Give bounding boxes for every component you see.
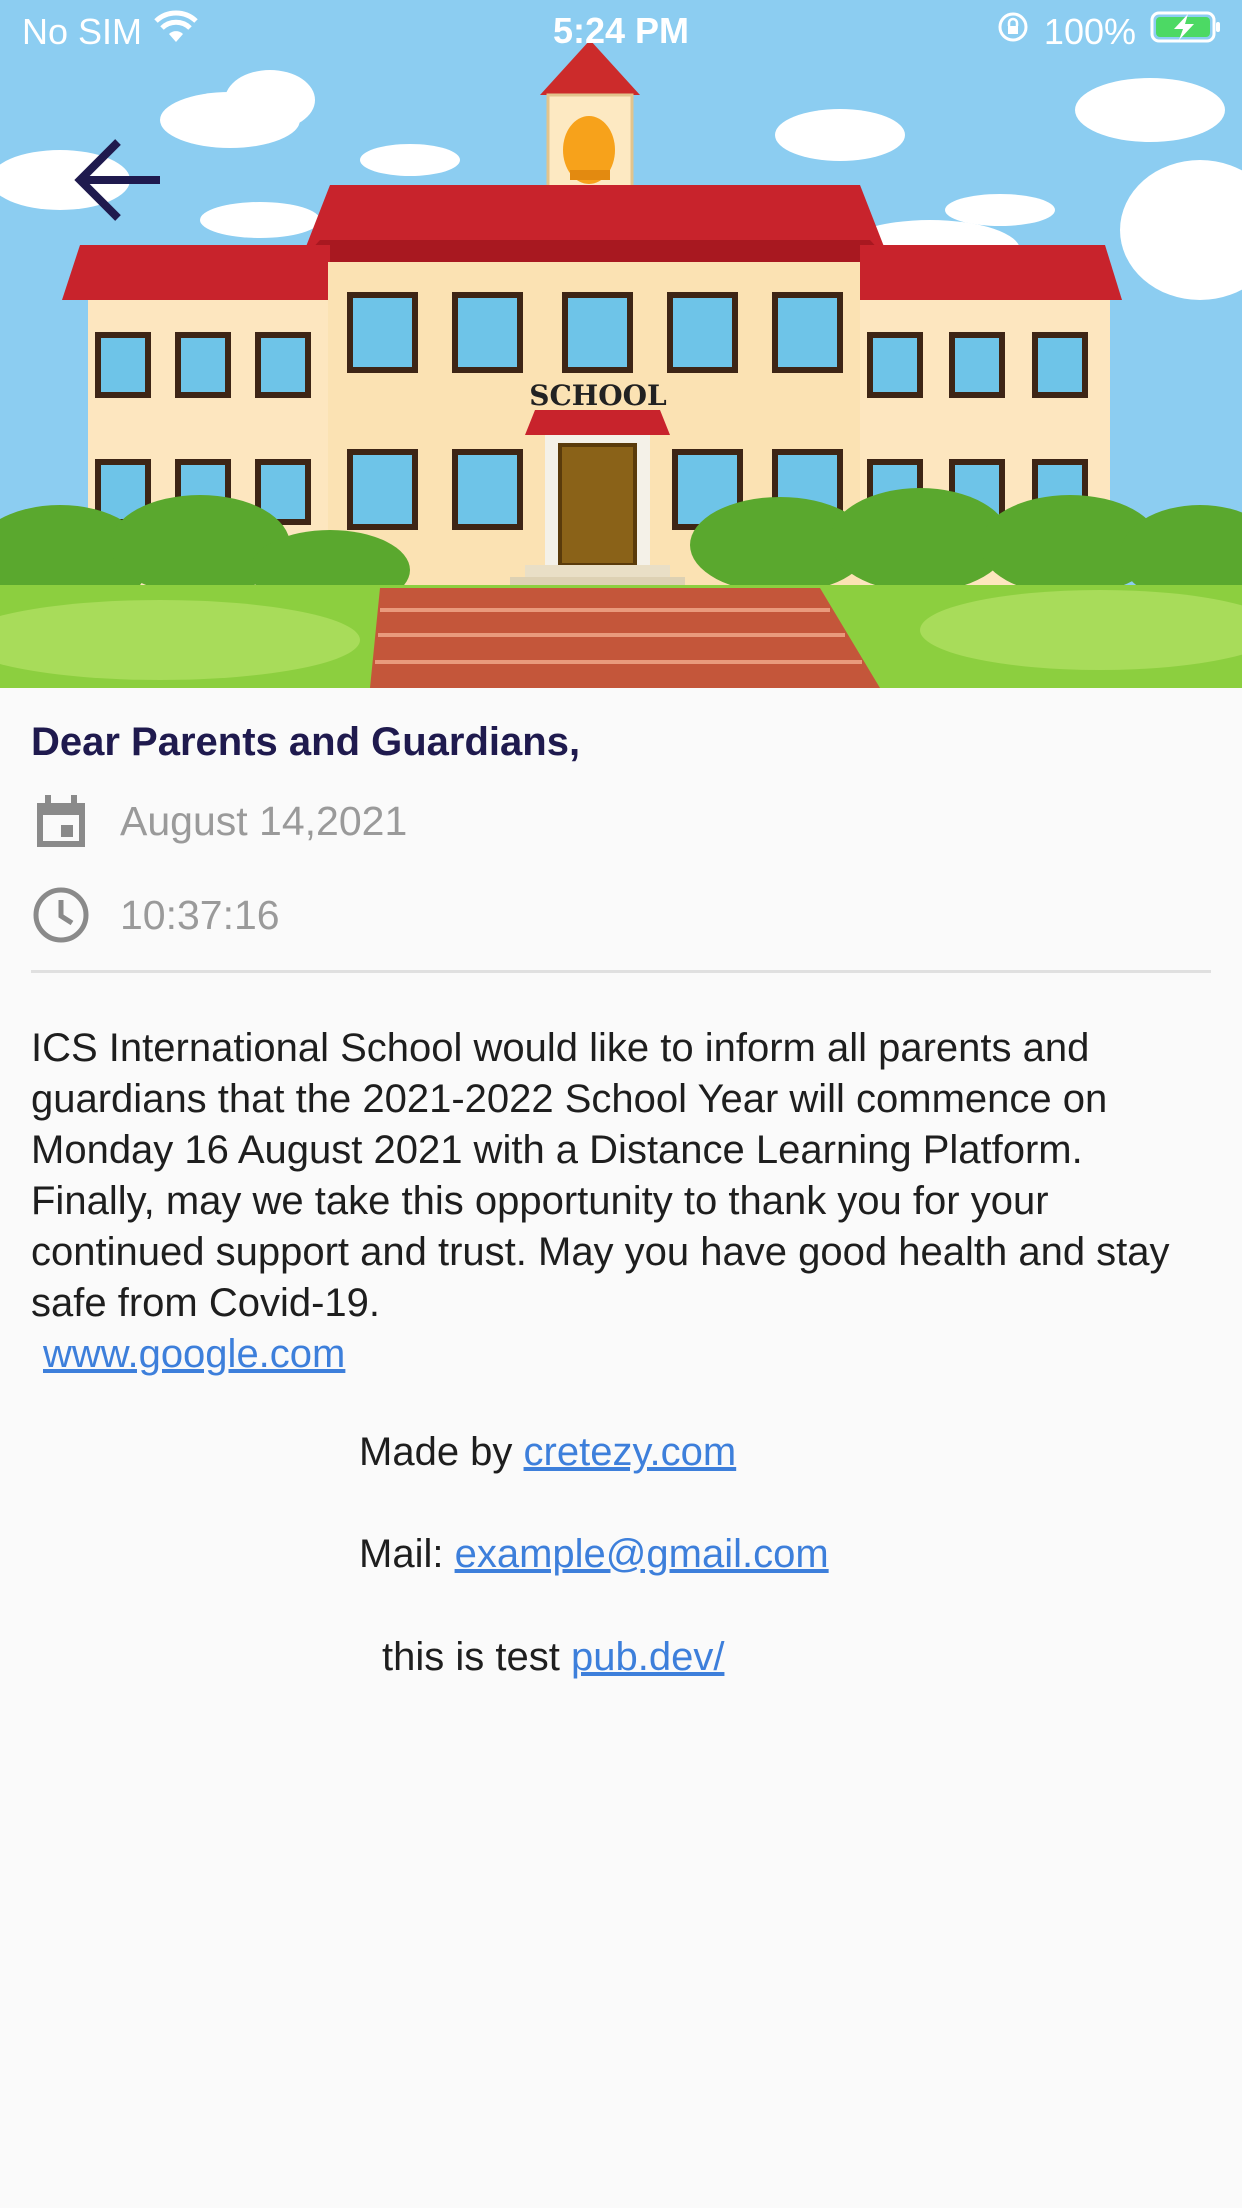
- notice-paragraph-1: ICS International School would like to i…: [31, 1026, 1108, 1172]
- school-hero-image: SCHOOL: [0, 0, 1242, 688]
- calendar-icon: [37, 795, 85, 847]
- notice-paragraph-2: Finally, may we take this opportunity to…: [31, 1179, 1170, 1325]
- status-right: 100%: [996, 10, 1222, 53]
- battery-label: 100%: [1043, 10, 1136, 52]
- test-line: this is test pub.dev/: [382, 1635, 724, 1680]
- arrow-left-icon: [74, 139, 160, 221]
- time-row: 10:37:16: [31, 868, 1211, 962]
- notice-time: 10:37:16: [120, 891, 280, 938]
- battery-charging-icon: [1150, 10, 1222, 53]
- mail-line: Mail: example@gmail.com: [359, 1532, 829, 1577]
- mail-link[interactable]: example@gmail.com: [455, 1532, 829, 1576]
- made-by-label: Made by: [359, 1430, 513, 1474]
- orientation-lock-icon: [996, 10, 1030, 53]
- google-link[interactable]: www.google.com: [43, 1329, 345, 1380]
- notice-detail-screen: SCHOOL No SIM 5:24 PM 100% Dear Parents …: [0, 0, 1242, 2208]
- school-sign-text: SCHOOL: [529, 379, 667, 412]
- clock-icon: [33, 887, 89, 943]
- date-row: August 14,2021: [31, 774, 1211, 868]
- notice-title: Dear Parents and Guardians,: [31, 720, 581, 764]
- test-link[interactable]: pub.dev/: [571, 1635, 724, 1679]
- notice-body: ICS International School would like to i…: [31, 973, 1211, 1380]
- status-bar: No SIM 5:24 PM 100%: [0, 0, 1242, 62]
- mail-label: Mail:: [359, 1532, 444, 1576]
- made-by-line: Made by cretezy.com: [359, 1430, 736, 1475]
- back-button[interactable]: [70, 130, 170, 230]
- notice-date: August 14,2021: [120, 797, 408, 844]
- made-by-link[interactable]: cretezy.com: [524, 1430, 737, 1474]
- school-illustration: SCHOOL: [0, 0, 1242, 688]
- notice-content: Dear Parents and Guardians, August 14,20…: [31, 688, 1211, 1380]
- test-label: this is test: [382, 1635, 560, 1679]
